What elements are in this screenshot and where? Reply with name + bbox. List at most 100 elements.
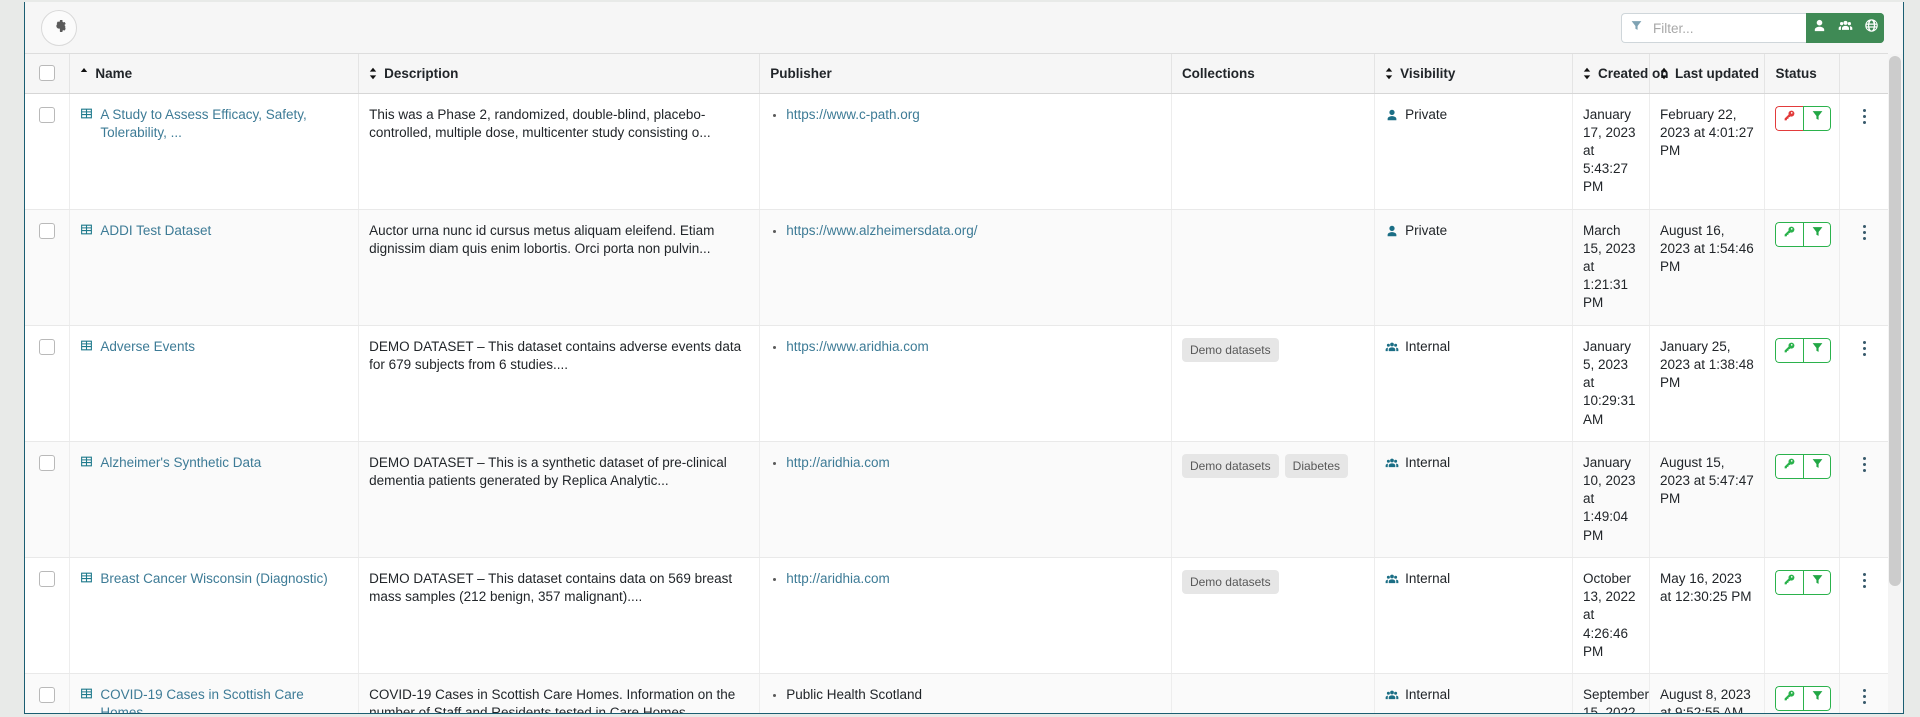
internal-filter-button[interactable]: [1832, 13, 1858, 43]
header-created-on[interactable]: Created on: [1572, 54, 1668, 94]
table-row[interactable]: Alzheimer's Synthetic Data DEMO DATASET –…: [25, 441, 1888, 558]
row-select-cell[interactable]: [25, 325, 71, 442]
dataset-name-link[interactable]: ADDI Test Dataset: [100, 222, 211, 240]
row-select-cell[interactable]: [25, 441, 71, 558]
row-menu-button[interactable]: [1850, 338, 1878, 356]
dataset-name-link[interactable]: A Study to Assess Efficacy, Safety, Tole…: [100, 106, 348, 142]
status-filter-button[interactable]: [1803, 685, 1832, 711]
row-select-cell[interactable]: [25, 557, 71, 674]
row-created-on-cell: January 17, 2023 at 5:43:27 PM: [1572, 93, 1650, 210]
publisher-link[interactable]: https://www.aridhia.com: [786, 339, 929, 354]
key-icon: [1783, 225, 1796, 243]
table-scroll-area[interactable]: Name Description Publisher Collections V…: [25, 54, 1903, 713]
dataset-catalogue-panel: Name Description Publisher Collections: [24, 2, 1904, 714]
filter-input-box[interactable]: [1621, 13, 1807, 43]
row-menu-button[interactable]: [1850, 106, 1878, 124]
select-all-checkbox[interactable]: [39, 65, 56, 82]
table-header: Name Description Publisher Collections V…: [25, 54, 1888, 94]
status-key-button[interactable]: [1775, 569, 1804, 595]
created-on-value: March 15, 2023 at 1:21:31 PM: [1582, 222, 1636, 311]
table-row[interactable]: Breast Cancer Wisconsin (Diagnostic) DEMO…: [25, 557, 1888, 674]
row-name-cell: Alzheimer's Synthetic Data: [69, 441, 360, 558]
row-created-on-cell: March 15, 2023 at 1:21:31 PM: [1572, 209, 1650, 326]
row-menu-button[interactable]: [1850, 454, 1878, 472]
dataset-name-link[interactable]: COVID-19 Cases in Scottish Care Homes: [100, 686, 348, 713]
last-updated-value: August 8, 2023 at 9:52:55 AM: [1659, 686, 1751, 713]
user-icon: [1385, 222, 1399, 243]
header-visibility[interactable]: Visibility: [1374, 54, 1573, 94]
header-created-on-label: Created on: [1597, 65, 1669, 81]
collection-badge[interactable]: Diabetes: [1284, 453, 1349, 478]
row-checkbox[interactable]: [39, 106, 56, 123]
status-filter-button[interactable]: [1803, 569, 1832, 595]
status-key-button[interactable]: [1775, 685, 1804, 711]
row-menu-button[interactable]: [1850, 222, 1878, 240]
sort-both-icon: [1660, 65, 1669, 80]
settings-button[interactable]: [41, 10, 77, 46]
vertical-scrollbar-thumb[interactable]: [1889, 56, 1901, 586]
table-toolbar: [25, 2, 1903, 54]
publisher-list-item: https://www.c-path.org: [786, 106, 1161, 124]
collection-badge[interactable]: Demo datasets: [1181, 453, 1279, 478]
table-row[interactable]: ADDI Test Dataset Auctor urna nunc id cur…: [25, 209, 1888, 326]
row-select-cell[interactable]: [25, 673, 71, 713]
dataset-name-link[interactable]: Adverse Events: [100, 338, 195, 356]
dataset-description: This was a Phase 2, randomized, double-b…: [369, 106, 711, 140]
private-filter-button[interactable]: [1806, 13, 1832, 43]
header-last-updated[interactable]: Last updated: [1649, 54, 1766, 94]
header-collections-label: Collections: [1181, 65, 1255, 81]
datasets-table: Name Description Publisher Collections V…: [25, 54, 1888, 713]
status-key-button[interactable]: [1775, 105, 1804, 131]
status-badge: [1775, 453, 1832, 479]
publisher-link[interactable]: https://www.c-path.org: [786, 107, 920, 122]
header-collections[interactable]: Collections: [1171, 54, 1376, 94]
dataset-name-link[interactable]: Breast Cancer Wisconsin (Diagnostic): [100, 570, 327, 588]
row-checkbox[interactable]: [39, 222, 56, 239]
dataset-description: COVID-19 Cases in Scottish Care Homes. I…: [369, 686, 736, 713]
status-key-button[interactable]: [1775, 337, 1804, 363]
row-visibility-cell: Internal: [1374, 441, 1573, 558]
funnel-icon: [1630, 19, 1643, 37]
header-status: Status: [1764, 54, 1841, 94]
row-visibility-cell: Private: [1374, 209, 1573, 326]
row-checkbox[interactable]: [39, 338, 56, 355]
row-select-cell[interactable]: [25, 209, 71, 326]
row-visibility-cell: Internal: [1374, 673, 1573, 713]
vertical-scrollbar[interactable]: [1888, 54, 1903, 713]
filter-field-wrap: [1621, 13, 1807, 43]
publisher-link[interactable]: http://aridhia.com: [786, 455, 890, 470]
collections-wrap: Demo datasets: [1181, 337, 1364, 362]
publisher-link[interactable]: http://aridhia.com: [786, 571, 890, 586]
row-checkbox[interactable]: [39, 686, 56, 703]
header-name[interactable]: Name: [69, 54, 360, 94]
table-row[interactable]: A Study to Assess Efficacy, Safety, Tole…: [25, 93, 1888, 210]
status-key-button[interactable]: [1775, 221, 1804, 247]
status-filter-button[interactable]: [1803, 453, 1832, 479]
status-filter-button[interactable]: [1803, 337, 1832, 363]
row-select-cell[interactable]: [25, 93, 71, 210]
status-filter-button[interactable]: [1803, 221, 1832, 247]
filter-input[interactable]: [1651, 19, 1791, 37]
header-select-all[interactable]: [25, 54, 71, 94]
status-key-button[interactable]: [1775, 453, 1804, 479]
public-filter-button[interactable]: [1858, 13, 1884, 43]
header-description[interactable]: Description: [358, 54, 761, 94]
row-checkbox[interactable]: [39, 454, 56, 471]
table-row[interactable]: COVID-19 Cases in Scottish Care Homes COV…: [25, 673, 1888, 713]
publisher-link[interactable]: https://www.alzheimersdata.org/: [786, 223, 977, 238]
row-name-cell: ADDI Test Dataset: [69, 209, 360, 326]
users-icon: [1385, 338, 1399, 359]
table-row[interactable]: Adverse Events DEMO DATASET – This datase…: [25, 325, 1888, 442]
status-filter-button[interactable]: [1803, 105, 1832, 131]
dataset-name-link[interactable]: Alzheimer's Synthetic Data: [100, 454, 261, 472]
row-description-cell: COVID-19 Cases in Scottish Care Homes. I…: [358, 673, 761, 713]
row-menu-button[interactable]: [1850, 570, 1878, 588]
publisher-list-item: https://www.aridhia.com: [786, 338, 1161, 356]
row-menu-button[interactable]: [1850, 686, 1878, 704]
publisher-list: https://www.aridhia.com: [770, 338, 1161, 356]
header-publisher[interactable]: Publisher: [759, 54, 1172, 94]
row-checkbox[interactable]: [39, 570, 56, 587]
collection-badge[interactable]: Demo datasets: [1181, 337, 1279, 362]
row-status-cell: [1764, 93, 1841, 210]
collection-badge[interactable]: Demo datasets: [1181, 569, 1279, 595]
